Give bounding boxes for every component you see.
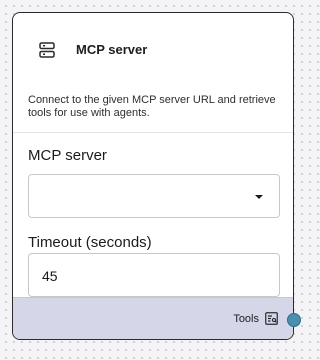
- tools-output-label: Tools: [233, 313, 259, 325]
- timeout-input[interactable]: 45: [28, 253, 280, 297]
- caret-down-icon: [255, 195, 263, 199]
- server-icon: [39, 42, 55, 58]
- node-footer: Tools: [13, 297, 293, 339]
- node-description: Connect to the given MCP server URL and …: [28, 94, 276, 119]
- timeout-label: Timeout (seconds): [28, 234, 152, 251]
- divider: [13, 132, 293, 133]
- node-header: MCP server: [13, 13, 293, 83]
- mcp-server-label: MCP server: [28, 147, 107, 164]
- mcp-server-select[interactable]: [28, 174, 280, 218]
- tools-output-handle[interactable]: [287, 313, 301, 327]
- mcp-server-node[interactable]: MCP server Connect to the given MCP serv…: [12, 12, 294, 340]
- tools-icon: [265, 312, 278, 325]
- timeout-value: 45: [42, 268, 58, 284]
- node-title: MCP server: [76, 42, 148, 57]
